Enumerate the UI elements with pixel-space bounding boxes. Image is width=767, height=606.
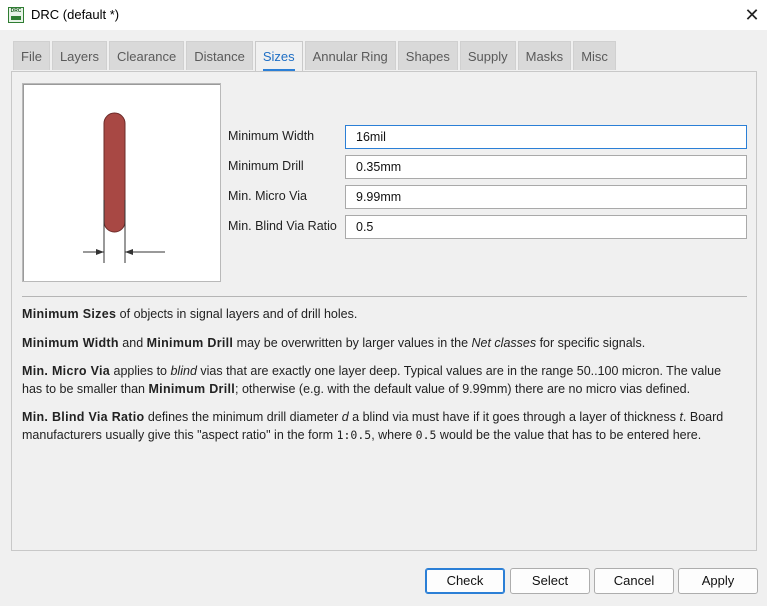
help-paragraph-blind-via-ratio: Min. Blind Via Ratio defines the minimum… — [22, 408, 742, 444]
minimum-width-label: Minimum Width — [228, 129, 315, 143]
help-emphasis: blind — [170, 364, 197, 378]
help-term: Min. Blind Via Ratio — [22, 410, 145, 424]
minimum-drill-label: Minimum Drill — [228, 159, 304, 173]
title-bar: DRC DRC (default *) ✕ — [0, 0, 767, 30]
sizes-panel: Minimum Width Minimum Drill Min. Micro V… — [11, 71, 757, 551]
min-micro-via-input[interactable] — [345, 185, 747, 209]
help-emphasis: Net classes — [471, 336, 537, 350]
app-icon: DRC — [8, 7, 24, 23]
help-text: a blind via must have if it goes through… — [348, 410, 680, 424]
min-width-preview-image — [22, 83, 221, 282]
help-text: may be overwritten by larger values in t… — [233, 336, 472, 350]
minimum-drill-input[interactable] — [345, 155, 747, 179]
help-term: Minimum Drill — [146, 336, 234, 350]
min-blind-via-ratio-label: Min. Blind Via Ratio — [228, 219, 337, 233]
divider — [22, 296, 747, 297]
min-blind-via-ratio-input[interactable] — [345, 215, 747, 239]
tab-file[interactable]: File — [13, 41, 50, 70]
app-icon-text: DRC — [10, 8, 22, 14]
help-text: applies to — [110, 364, 171, 378]
min-micro-via-label: Min. Micro Via — [228, 189, 307, 203]
select-button[interactable]: Select — [510, 568, 590, 594]
window-title: DRC (default *) — [31, 7, 120, 22]
trace-width-diagram — [83, 112, 165, 263]
help-code: 0.5 — [415, 428, 437, 442]
tab-misc[interactable]: Misc — [573, 41, 616, 70]
arrow-head-left-icon — [96, 249, 104, 255]
trace-shape — [103, 112, 126, 233]
tab-layers[interactable]: Layers — [51, 41, 107, 70]
tab-shapes[interactable]: Shapes — [397, 41, 458, 70]
tab-clearance[interactable]: Clearance — [108, 41, 185, 70]
cancel-button[interactable]: Cancel — [594, 568, 674, 594]
help-text: would be the value that has to be entere… — [436, 428, 702, 442]
help-emphasis: d — [341, 410, 349, 424]
tab-bar: File Layers Clearance Distance Sizes Ann… — [13, 41, 618, 71]
help-text: ; otherwise (e.g. with the default value… — [235, 382, 691, 396]
help-text: , where — [371, 428, 416, 442]
help-text: and — [118, 336, 147, 350]
help-paragraph-width-drill: Minimum Width and Minimum Drill may be o… — [22, 334, 742, 352]
minimum-width-input[interactable] — [345, 125, 747, 149]
apply-button[interactable]: Apply — [678, 568, 758, 594]
help-text: for specific signals. — [536, 336, 646, 350]
check-button[interactable]: Check — [425, 568, 505, 594]
tab-distance[interactable]: Distance — [186, 41, 253, 70]
help-paragraph-micro-via: Min. Micro Via applies to blind vias tha… — [22, 362, 742, 398]
help-text: defines the minimum drill diameter — [144, 410, 342, 424]
arrow-head-right-icon — [125, 249, 133, 255]
tab-annular-ring[interactable]: Annular Ring — [304, 41, 396, 70]
help-code: 1:0.5 — [336, 428, 372, 442]
help-text: of objects in signal layers and of drill… — [116, 307, 358, 321]
close-icon[interactable]: ✕ — [737, 0, 767, 30]
help-term: Minimum Width — [22, 336, 119, 350]
help-paragraph-minimum-sizes: Minimum Sizes of objects in signal layer… — [22, 305, 742, 323]
help-term: Minimum Drill — [148, 382, 236, 396]
tab-sizes-label: Sizes — [262, 49, 295, 64]
tab-masks[interactable]: Masks — [517, 41, 572, 70]
help-term: Minimum Sizes — [22, 307, 117, 321]
tab-sizes[interactable]: Sizes — [254, 41, 303, 71]
tab-supply[interactable]: Supply — [459, 41, 516, 70]
help-term: Min. Micro Via — [22, 364, 111, 378]
